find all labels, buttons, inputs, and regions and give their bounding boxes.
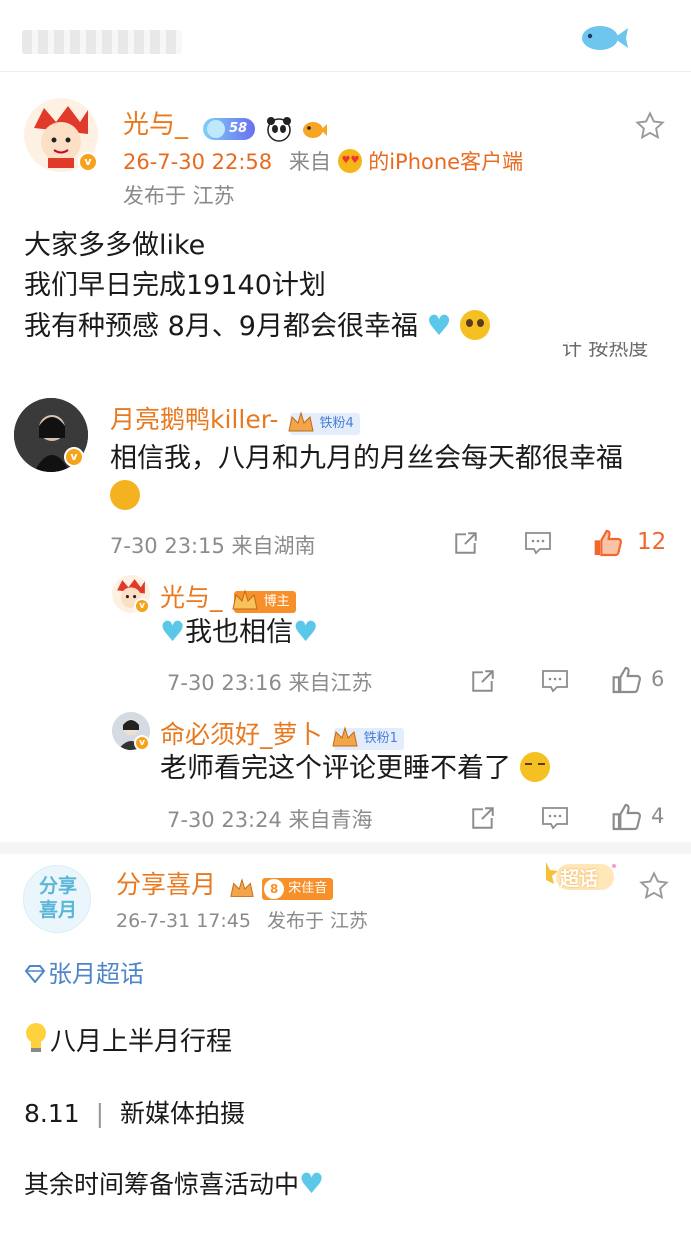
post-timestamp: 26-7-31 17:45 xyxy=(116,910,251,932)
like-count: 4 xyxy=(651,804,665,828)
blurred-title xyxy=(22,30,182,54)
fan-level-badge: 8 宋佳音 xyxy=(262,877,334,900)
verified-badge-icon: v xyxy=(134,598,150,614)
blue-heart-icon: ♥ xyxy=(426,309,452,342)
comment-icon[interactable] xyxy=(541,668,569,694)
post-timestamp: 26-7-30 22:58 xyxy=(123,150,273,174)
like-icon[interactable] xyxy=(611,664,643,696)
post-header: 分享喜月 8 宋佳音 xyxy=(116,865,334,902)
avatar[interactable]: 分享 喜月 xyxy=(23,865,91,933)
like-count: 12 xyxy=(637,529,667,555)
star-icon[interactable] xyxy=(638,870,670,902)
author-name[interactable]: 光与_ xyxy=(123,110,188,140)
share-icon[interactable] xyxy=(470,805,496,831)
pensive-emoji-icon xyxy=(519,752,550,782)
post-location: 发布于 江苏 xyxy=(267,910,369,932)
replier-name[interactable]: 命必须好_萝卜 xyxy=(160,720,323,749)
reply-text: 老师看完这个评论更睡不着了 xyxy=(160,753,511,784)
pleading-face-emoji-icon xyxy=(460,310,491,340)
post-line-3: 我有种预感 8月、9月都会很幸福 xyxy=(24,311,418,342)
separator: | xyxy=(95,1099,105,1128)
post-header: 光与_ 58 xyxy=(123,104,328,142)
post-line-2: 我们早日完成19140计划 xyxy=(24,270,326,301)
fish-emoji-icon xyxy=(301,116,328,142)
post-line-1: 大家多多做like xyxy=(24,230,206,261)
schedule-date: 8.11 xyxy=(24,1099,80,1128)
super-topic-badge[interactable]: 超话 xyxy=(540,856,620,894)
post-body: 大家多多做like 我们早日完成19140计划 我有种预感 8月、9月都会很幸福… xyxy=(24,226,491,347)
commenter-name[interactable]: 月亮鹅鸭killer- xyxy=(110,405,278,434)
reply-text: 我也相信 xyxy=(185,617,294,648)
post-location: 发布于 江苏 xyxy=(123,184,235,208)
share-icon[interactable] xyxy=(470,668,496,694)
reply-header: 光与_ 博主 xyxy=(160,578,296,614)
reply-text-row: 老师看完这个评论更睡不着了 xyxy=(160,749,550,789)
author-name[interactable]: 分享喜月 xyxy=(116,870,216,899)
post-meta: 26-7-30 22:58 来自 ♥ ♥ 的iPhone客户端 xyxy=(123,146,523,176)
top-bar xyxy=(0,0,691,72)
host-badge: 博主 xyxy=(231,588,296,613)
verified-badge-icon: v xyxy=(78,152,98,172)
panda-icon xyxy=(266,116,292,142)
blush-emoji-icon xyxy=(110,480,140,510)
blue-heart-icon: ♥ xyxy=(299,1167,325,1200)
reply-header: 命必须好_萝卜 铁粉1 xyxy=(160,715,404,751)
comment-icon[interactable] xyxy=(524,530,552,556)
schedule-heading: 八月上半月行程 xyxy=(24,1022,232,1066)
fan-badge: 铁粉1 xyxy=(331,725,404,750)
blue-heart-icon: ♥ xyxy=(160,615,186,648)
share-icon[interactable] xyxy=(453,530,479,556)
comment-text: 相信我，八月和九月的月丝会每天都很幸福 xyxy=(110,443,623,474)
like-icon[interactable] xyxy=(611,801,643,833)
reply-meta: 7-30 23:24 来自青海 xyxy=(167,808,373,832)
sort-tabs-cutoff[interactable]: 计 按热度 xyxy=(562,342,672,360)
super-topic-link[interactable]: 张月超话 xyxy=(24,954,144,989)
heart-eyes-emoji-icon: ♥ ♥ xyxy=(337,149,362,173)
level-badge: 58 xyxy=(203,117,256,140)
reply-text-row: ♥我也相信♥ xyxy=(160,612,318,653)
crown-icon xyxy=(227,876,257,902)
schedule-item: 8.11 | 新媒体拍摄 xyxy=(24,1094,245,1134)
lightbulb-icon xyxy=(24,1022,50,1066)
source-device[interactable]: 的iPhone客户端 xyxy=(368,150,523,174)
blue-heart-icon: ♥ xyxy=(293,615,319,648)
schedule-event: 新媒体拍摄 xyxy=(120,1099,246,1128)
verified-badge-icon: v xyxy=(64,447,84,467)
fan-badge: 铁粉4 xyxy=(287,410,360,435)
star-icon[interactable] xyxy=(634,110,666,142)
comment-header: 月亮鹅鸭killer- 铁粉4 xyxy=(110,400,360,436)
closing-line: 其余时间筹备惊喜活动中♥ xyxy=(24,1167,325,1200)
like-icon[interactable] xyxy=(592,527,624,559)
crown-icon xyxy=(230,587,260,615)
post-meta: 26-7-31 17:45 发布于 江苏 xyxy=(116,906,368,933)
crown-icon xyxy=(330,724,360,752)
reply-meta: 7-30 23:16 来自江苏 xyxy=(167,671,373,695)
fish-icon[interactable] xyxy=(580,22,630,54)
verified-badge-icon: v xyxy=(134,735,150,751)
comment-meta: 7-30 23:15 来自湖南 xyxy=(110,534,316,558)
comment-icon[interactable] xyxy=(541,805,569,831)
section-divider xyxy=(0,842,691,854)
avatar-text: 分享 喜月 xyxy=(38,875,77,921)
like-count: 6 xyxy=(651,667,665,691)
crown-icon xyxy=(286,409,316,437)
source-prefix: 来自 xyxy=(288,150,331,174)
diamond-icon xyxy=(24,961,48,989)
replier-name[interactable]: 光与_ xyxy=(160,583,223,612)
